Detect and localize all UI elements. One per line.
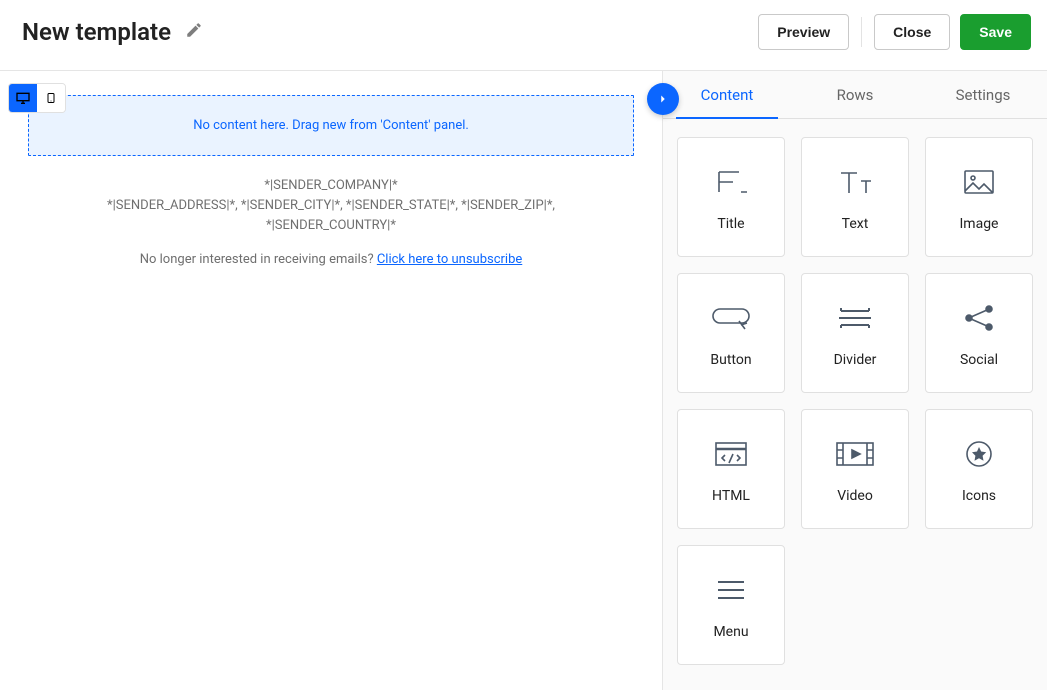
unsubscribe-line: No longer interested in receiving emails… bbox=[28, 250, 634, 270]
device-switch bbox=[8, 83, 66, 113]
tab-content[interactable]: Content bbox=[663, 71, 791, 118]
unsubscribe-link[interactable]: Click here to unsubscribe bbox=[377, 252, 522, 267]
video-icon bbox=[833, 434, 877, 474]
block-text-label: Text bbox=[842, 216, 869, 232]
block-icons[interactable]: Icons bbox=[925, 409, 1033, 529]
block-image-label: Image bbox=[960, 216, 999, 232]
social-icon bbox=[961, 298, 997, 338]
block-html-label: HTML bbox=[712, 488, 750, 504]
block-divider[interactable]: Divider bbox=[801, 273, 909, 393]
block-html[interactable]: HTML bbox=[677, 409, 785, 529]
sender-address-line: *|SENDER_ADDRESS|*, *|SENDER_CITY|*, *|S… bbox=[28, 196, 634, 216]
tab-rows[interactable]: Rows bbox=[791, 71, 919, 118]
text-icon bbox=[835, 162, 875, 202]
block-text[interactable]: Text bbox=[801, 137, 909, 257]
mobile-view-button[interactable] bbox=[37, 84, 65, 112]
sender-country: *|SENDER_COUNTRY|* bbox=[28, 216, 634, 236]
desktop-view-button[interactable] bbox=[9, 84, 37, 112]
title-icon bbox=[711, 162, 751, 202]
page-title: New template bbox=[22, 18, 171, 46]
close-button[interactable]: Close bbox=[874, 14, 950, 50]
side-panel: Content Rows Settings Title Text bbox=[662, 71, 1047, 690]
menu-icon bbox=[714, 570, 748, 610]
block-button[interactable]: Button bbox=[677, 273, 785, 393]
tab-settings[interactable]: Settings bbox=[919, 71, 1047, 118]
footer-block: *|SENDER_COMPANY|* *|SENDER_ADDRESS|*, *… bbox=[28, 176, 634, 271]
button-divider bbox=[861, 17, 862, 47]
title-wrap: New template bbox=[22, 18, 203, 46]
panel-tabs: Content Rows Settings bbox=[663, 71, 1047, 119]
image-icon bbox=[961, 162, 997, 202]
pencil-icon[interactable] bbox=[185, 21, 203, 43]
block-button-label: Button bbox=[710, 352, 751, 368]
block-icons-label: Icons bbox=[962, 488, 996, 504]
sender-company: *|SENDER_COMPANY|* bbox=[28, 176, 634, 196]
button-icon bbox=[709, 298, 753, 338]
icons-icon bbox=[962, 434, 996, 474]
preview-button[interactable]: Preview bbox=[758, 14, 849, 50]
canvas-area: No content here. Drag new from 'Content'… bbox=[0, 71, 662, 690]
block-social[interactable]: Social bbox=[925, 273, 1033, 393]
empty-drop-zone[interactable]: No content here. Drag new from 'Content'… bbox=[28, 95, 634, 156]
block-menu-label: Menu bbox=[713, 624, 748, 640]
html-icon bbox=[711, 434, 751, 474]
block-social-label: Social bbox=[960, 352, 998, 368]
block-title[interactable]: Title bbox=[677, 137, 785, 257]
unsubscribe-prefix: No longer interested in receiving emails… bbox=[140, 252, 377, 267]
block-title-label: Title bbox=[717, 216, 744, 232]
divider-icon bbox=[835, 298, 875, 338]
block-divider-label: Divider bbox=[834, 352, 877, 368]
content-blocks-grid: Title Text Image Button bbox=[663, 119, 1047, 683]
save-button[interactable]: Save bbox=[960, 14, 1031, 50]
block-video-label: Video bbox=[837, 488, 873, 504]
header-bar: New template Preview Close Save bbox=[0, 0, 1047, 71]
block-menu[interactable]: Menu bbox=[677, 545, 785, 665]
header-buttons: Preview Close Save bbox=[758, 14, 1031, 50]
block-image[interactable]: Image bbox=[925, 137, 1033, 257]
body: No content here. Drag new from 'Content'… bbox=[0, 71, 1047, 690]
block-video[interactable]: Video bbox=[801, 409, 909, 529]
